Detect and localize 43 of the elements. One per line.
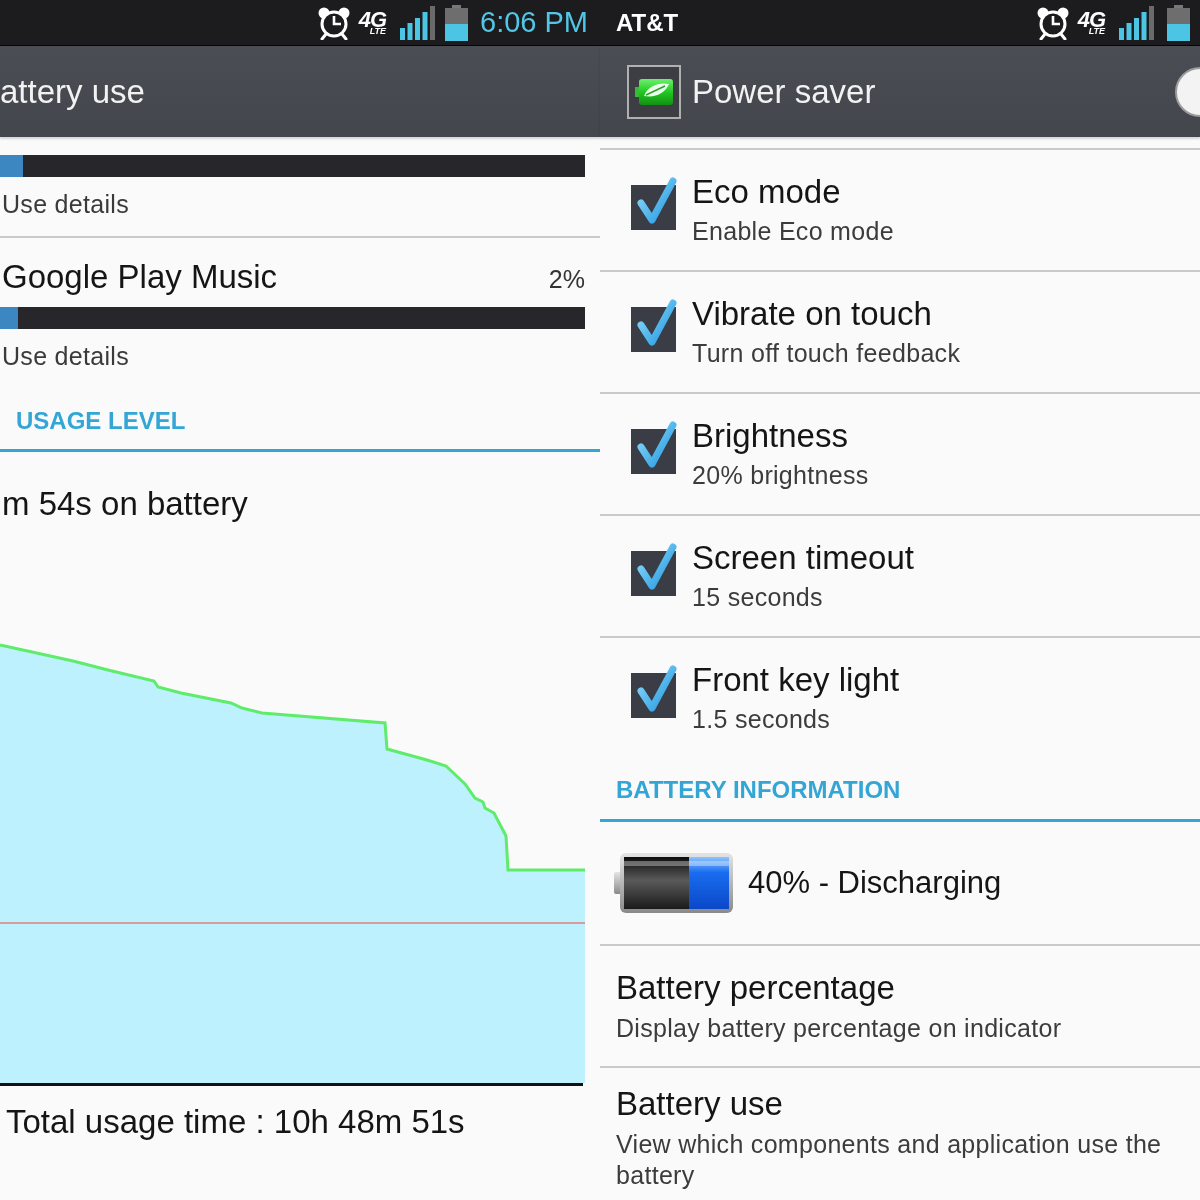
setting-title: Battery use <box>616 1084 783 1124</box>
section-header: BATTERY INFORMATION <box>616 776 901 803</box>
network-sub-text: LTE <box>369 27 386 36</box>
battery-leaf-icon <box>627 64 681 119</box>
setting-summary: 15 seconds <box>692 582 823 612</box>
battery-icon <box>1167 4 1190 41</box>
section-header: USAGE LEVEL <box>16 407 186 434</box>
carrier-name: AT&T <box>616 8 679 37</box>
setting-title: Battery percentage <box>616 968 895 1008</box>
screen-title: Power saver <box>692 72 876 111</box>
alarm-clock-icon <box>316 5 351 40</box>
toggle-switch[interactable] <box>1174 65 1200 118</box>
use-details-text[interactable]: Use details <box>0 341 129 371</box>
checkbox[interactable] <box>631 298 679 354</box>
network-sub-text: LTE <box>1088 27 1105 36</box>
checkbox[interactable] <box>631 176 679 232</box>
use-details-text[interactable]: Use details <box>0 189 129 219</box>
alarm-clock-icon <box>1035 5 1070 40</box>
screen-title: attery use <box>0 72 145 111</box>
checkbox[interactable] <box>631 664 679 720</box>
checkbox[interactable] <box>631 542 679 598</box>
setting-title: Vibrate on touch <box>692 294 932 334</box>
setting-summary: Display battery percentage on indicator <box>616 1013 1062 1044</box>
setting-title: Screen timeout <box>692 538 914 578</box>
setting-summary: Enable Eco mode <box>692 216 894 246</box>
battery-icon <box>445 4 468 41</box>
setting-summary: 20% brightness <box>692 460 869 490</box>
setting-summary: Turn off touch feedback <box>692 338 961 368</box>
signal-bars-icon <box>1119 5 1155 40</box>
setting-summary: 1.5 seconds <box>692 704 831 734</box>
checkbox[interactable] <box>631 420 679 476</box>
setting-title: Brightness <box>692 416 848 456</box>
battery-icon <box>614 852 734 914</box>
usage-percent: 2% <box>548 264 585 295</box>
signal-bars-icon <box>400 5 436 40</box>
setting-summary: View which components and application use the battery <box>616 1129 1163 1191</box>
setting-title: Eco mode <box>692 172 841 212</box>
status-time: 6:06 PM <box>480 6 588 39</box>
setting-title: Front key light <box>692 660 900 700</box>
app-name: Google Play Music <box>1 257 278 297</box>
total-usage-text: Total usage time : 10h 48m 51s <box>5 1102 465 1142</box>
battery-status-text: 40% - Discharging <box>748 865 1002 901</box>
battery-time-text: m 54s on battery <box>1 484 248 524</box>
